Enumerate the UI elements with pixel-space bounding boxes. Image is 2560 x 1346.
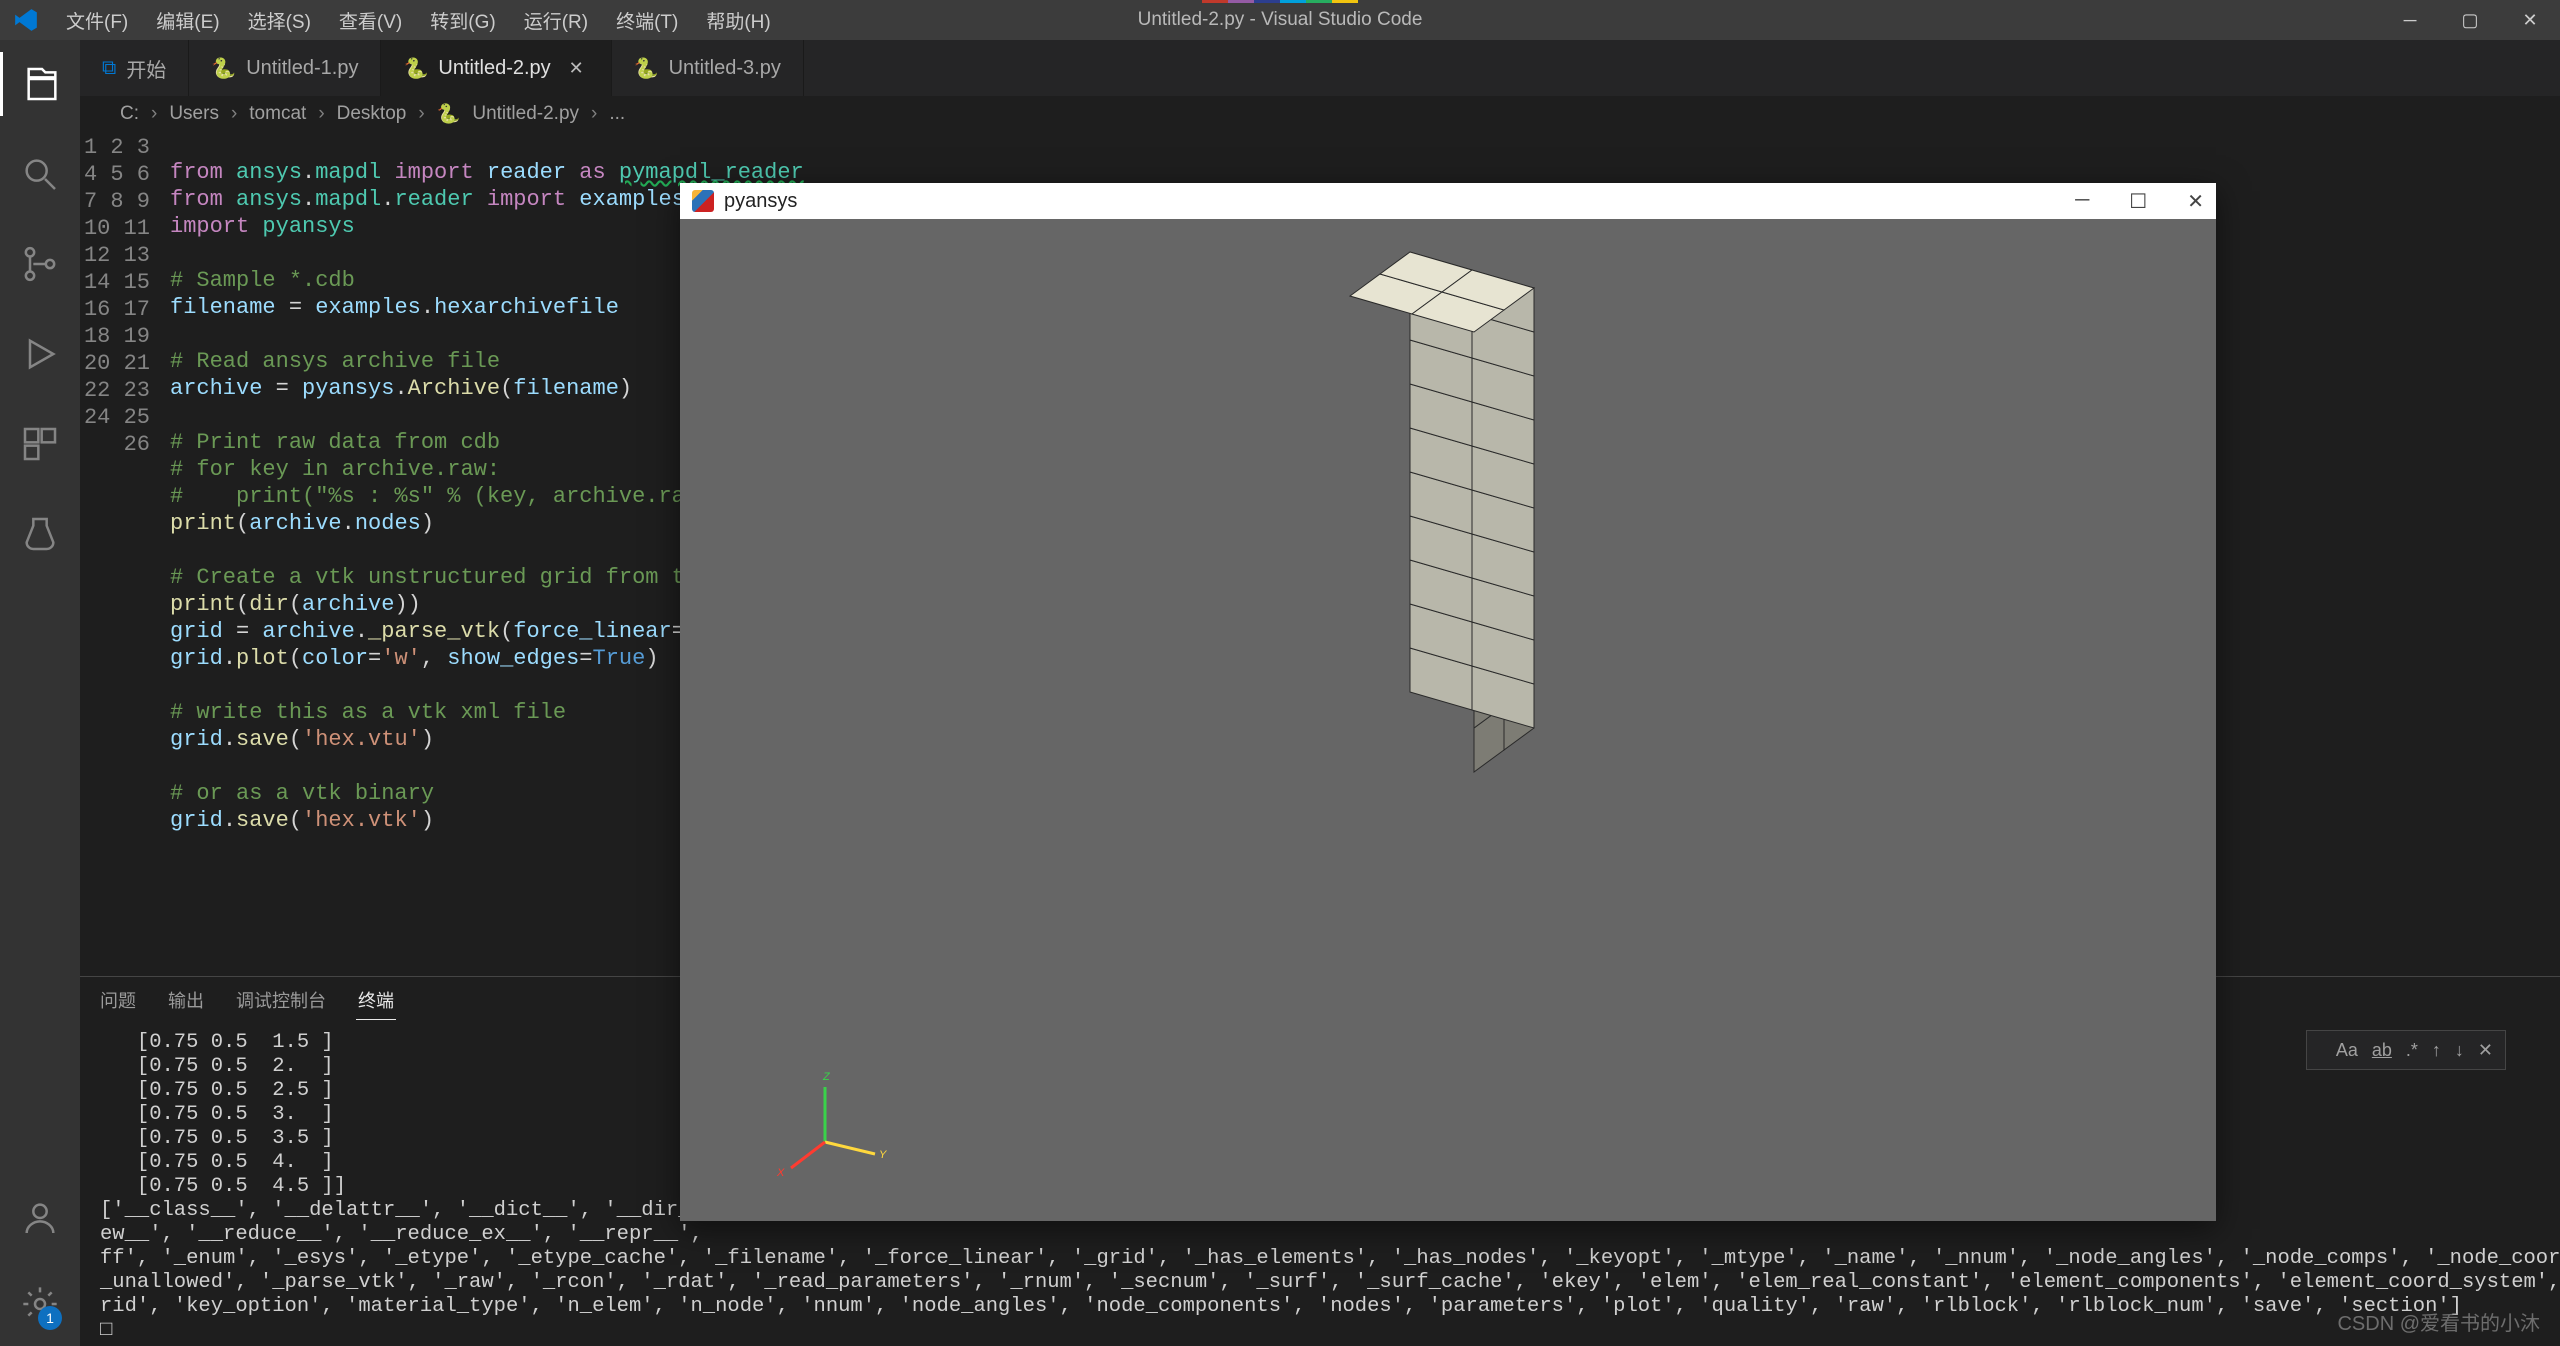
crumb[interactable]: Untitled-2.py (472, 103, 579, 125)
menu-help[interactable]: 帮助(H) (692, 1, 784, 40)
axis-y-label: Y (879, 1149, 887, 1161)
activity-testing[interactable] (0, 502, 80, 566)
line-gutter: 1 2 3 4 5 6 7 8 9 10 11 12 13 14 15 16 1… (80, 132, 170, 976)
panel-tab-terminal[interactable]: 终端 (356, 981, 396, 1020)
tab-label: 开始 (126, 54, 166, 83)
pyansys-title-text: pyansys (724, 190, 797, 213)
activity-account[interactable] (0, 1186, 80, 1250)
activity-explorer[interactable] (0, 52, 80, 116)
close-button[interactable]: ✕ (2500, 0, 2560, 40)
menu-bar: 文件(F) 编辑(E) 选择(S) 查看(V) 转到(G) 运行(R) 终端(T… (52, 1, 785, 40)
activity-bar: 1 (0, 40, 80, 1346)
activity-search[interactable] (0, 142, 80, 206)
tab-label: Untitled-2.py (438, 57, 550, 80)
panel-tab-problems[interactable]: 问题 (98, 981, 138, 1019)
menu-selection[interactable]: 选择(S) (234, 1, 325, 40)
pyansys-maximize-button[interactable]: ☐ (2129, 189, 2147, 214)
vscode-icon: ⧉ (102, 57, 116, 80)
python-icon: 🐍 (634, 56, 659, 81)
maximize-button[interactable]: ▢ (2440, 0, 2500, 40)
tab-bar: ⧉ 开始 🐍 Untitled-1.py 🐍 Untitled-2.py ✕ 🐍 Unti… (80, 40, 2560, 96)
menu-view[interactable]: 查看(V) (325, 1, 416, 40)
tab-label: Untitled-3.py (669, 57, 781, 80)
panel-tab-debug-console[interactable]: 调试控制台 (234, 981, 328, 1019)
pyansys-window[interactable]: pyansys ─ ☐ ✕ Z Y X (680, 183, 2216, 1221)
title-bar: 文件(F) 编辑(E) 选择(S) 查看(V) 转到(G) 运行(R) 终端(T… (0, 0, 2560, 40)
tab-untitled-3[interactable]: 🐍 Untitled-3.py (612, 40, 804, 96)
crumb[interactable]: ... (609, 103, 625, 125)
menu-edit[interactable]: 编辑(E) (142, 1, 233, 40)
settings-badge: 1 (38, 1306, 62, 1330)
whole-word-toggle[interactable]: ab (2372, 1040, 2392, 1061)
window-title: Untitled-2.py - Visual Studio Code (1138, 9, 1423, 31)
vscode-logo (0, 7, 52, 33)
menu-file[interactable]: 文件(F) (52, 1, 142, 40)
activity-settings[interactable]: 1 (0, 1272, 80, 1336)
close-find-button[interactable]: ✕ (2478, 1040, 2493, 1061)
activity-run-debug[interactable] (0, 322, 80, 386)
regex-toggle[interactable]: .* (2406, 1040, 2418, 1061)
prev-match-button[interactable]: ↑ (2432, 1040, 2441, 1061)
python-icon: 🐍 (437, 102, 461, 126)
minimize-button[interactable]: ─ (2380, 0, 2440, 40)
crumb[interactable]: Users (169, 103, 219, 125)
next-match-button[interactable]: ↓ (2455, 1040, 2464, 1061)
match-case-toggle[interactable]: Aa (2336, 1040, 2358, 1061)
window-controls: ─ ▢ ✕ (2380, 0, 2560, 40)
panel-tab-output[interactable]: 输出 (166, 981, 206, 1019)
crumb[interactable]: tomcat (249, 103, 306, 125)
tab-untitled-1[interactable]: 🐍 Untitled-1.py (189, 40, 381, 96)
menu-run[interactable]: 运行(R) (510, 1, 602, 40)
menu-go[interactable]: 转到(G) (416, 1, 509, 40)
activity-source-control[interactable] (0, 232, 80, 296)
pyansys-icon (692, 190, 714, 212)
breadcrumb[interactable]: C:› Users› tomcat› Desktop› 🐍 Untitled-2… (80, 96, 2560, 132)
watermark: CSDN @爱看书的小沐 (2337, 1307, 2540, 1336)
pyansys-minimize-button[interactable]: ─ (2075, 189, 2089, 214)
axis-x-label: X (776, 1167, 785, 1179)
pyansys-canvas[interactable]: Z Y X (680, 219, 2216, 1221)
tab-label: Untitled-1.py (246, 57, 358, 80)
tab-untitled-2[interactable]: 🐍 Untitled-2.py ✕ (381, 40, 611, 96)
crumb[interactable]: Desktop (337, 103, 407, 125)
color-accent (1202, 0, 1358, 3)
close-tab-icon[interactable]: ✕ (569, 58, 589, 79)
axis-z-label: Z (822, 1071, 831, 1083)
activity-extensions[interactable] (0, 412, 80, 476)
python-icon: 🐍 (211, 56, 236, 81)
python-icon: 🐍 (403, 56, 428, 81)
crumb[interactable]: C: (120, 103, 139, 125)
tab-welcome[interactable]: ⧉ 开始 (80, 40, 189, 96)
find-widget[interactable]: Aa ab .* ↑ ↓ ✕ (2306, 1030, 2506, 1070)
menu-terminal[interactable]: 终端(T) (602, 1, 692, 40)
pyansys-title-bar[interactable]: pyansys ─ ☐ ✕ (680, 183, 2216, 219)
pyansys-close-button[interactable]: ✕ (2187, 189, 2204, 214)
